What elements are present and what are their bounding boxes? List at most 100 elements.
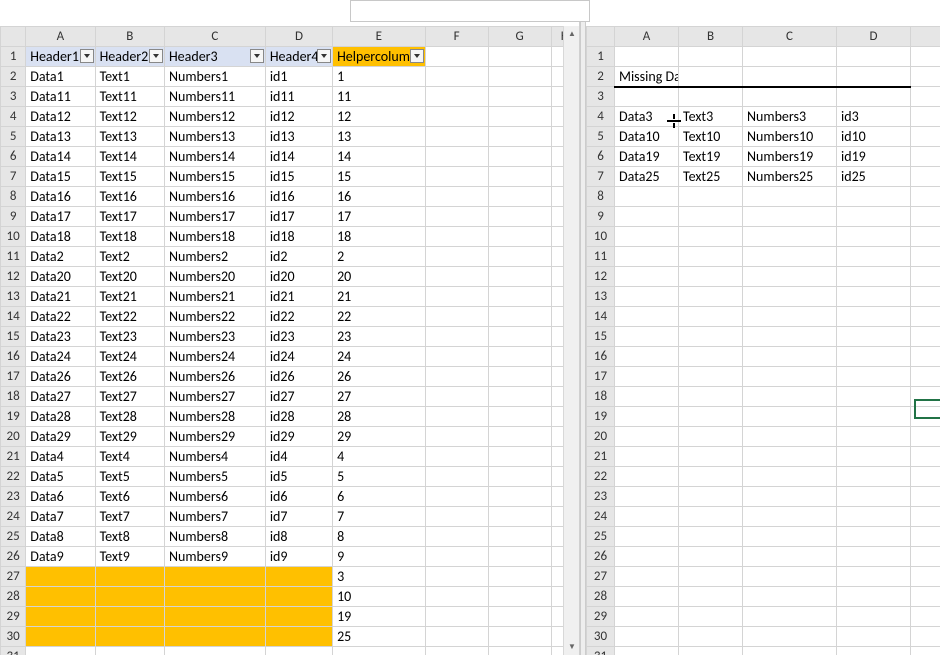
cell-G27[interactable] — [488, 567, 551, 587]
cell-B25[interactable]: Text8 — [95, 527, 164, 547]
cell-right-B2[interactable] — [679, 67, 743, 87]
cell-B9[interactable]: Text17 — [95, 207, 164, 227]
cell-C19[interactable]: Numbers28 — [164, 407, 265, 427]
row-header-right-21[interactable]: 21 — [587, 447, 615, 467]
cell-B14[interactable]: Text22 — [95, 307, 164, 327]
cell-right-D4[interactable]: id3 — [837, 107, 911, 127]
cell-right-C5[interactable]: Numbers10 — [743, 127, 837, 147]
cell-right-B12[interactable] — [679, 267, 743, 287]
cell-E9[interactable]: 17 — [333, 207, 425, 227]
row-header-17[interactable]: 17 — [1, 367, 26, 387]
cell-F31[interactable] — [425, 647, 488, 655]
cell-D1[interactable]: Header4 — [265, 47, 332, 67]
cell-D29[interactable] — [265, 607, 332, 627]
cell-right-B31[interactable] — [679, 647, 743, 655]
cell-right-D22[interactable] — [837, 467, 911, 487]
select-all-corner[interactable] — [1, 27, 26, 47]
cell-right-D27[interactable] — [837, 567, 911, 587]
cell-A27[interactable] — [26, 567, 95, 587]
cell-right-A25[interactable] — [615, 527, 679, 547]
row-header-27[interactable]: 27 — [1, 567, 26, 587]
cell-A5[interactable]: Data13 — [26, 127, 95, 147]
cell-right-D7[interactable]: id25 — [837, 167, 911, 187]
cell-right-extra-1[interactable] — [911, 47, 940, 67]
row-header-right-5[interactable]: 5 — [587, 127, 615, 147]
cell-G2[interactable] — [488, 67, 551, 87]
cell-F20[interactable] — [425, 427, 488, 447]
cell-G10[interactable] — [488, 227, 551, 247]
cell-right-A1[interactable] — [615, 47, 679, 67]
cell-F27[interactable] — [425, 567, 488, 587]
cell-A15[interactable]: Data23 — [26, 327, 95, 347]
row-header-right-8[interactable]: 8 — [587, 187, 615, 207]
cell-F8[interactable] — [425, 187, 488, 207]
cell-right-D5[interactable]: id10 — [837, 127, 911, 147]
cell-right-C19[interactable] — [743, 407, 837, 427]
cell-right-A27[interactable] — [615, 567, 679, 587]
cell-E5[interactable]: 13 — [333, 127, 425, 147]
cell-right-extra-7[interactable] — [911, 167, 940, 187]
row-header-right-16[interactable]: 16 — [587, 347, 615, 367]
cell-D5[interactable]: id13 — [265, 127, 332, 147]
cell-B8[interactable]: Text16 — [95, 187, 164, 207]
cell-C31[interactable] — [164, 647, 265, 655]
cell-C18[interactable]: Numbers27 — [164, 387, 265, 407]
cell-right-A14[interactable] — [615, 307, 679, 327]
right-sheet[interactable]: ABCD 12Missing Data:34Data3Text3Numbers3… — [586, 26, 940, 655]
cell-right-A21[interactable] — [615, 447, 679, 467]
cell-right-D17[interactable] — [837, 367, 911, 387]
cell-G13[interactable] — [488, 287, 551, 307]
cell-right-extra-3[interactable] — [911, 87, 940, 107]
cell-D9[interactable]: id17 — [265, 207, 332, 227]
cell-B18[interactable]: Text27 — [95, 387, 164, 407]
row-header-10[interactable]: 10 — [1, 227, 26, 247]
cell-right-C25[interactable] — [743, 527, 837, 547]
cell-E26[interactable]: 9 — [333, 547, 425, 567]
cell-right-D25[interactable] — [837, 527, 911, 547]
cell-B5[interactable]: Text13 — [95, 127, 164, 147]
cell-F11[interactable] — [425, 247, 488, 267]
cell-right-B4[interactable]: Text3 — [679, 107, 743, 127]
cell-E1[interactable]: Helpercolumn — [333, 47, 425, 67]
cell-right-extra-19[interactable] — [911, 407, 940, 427]
cell-B31[interactable] — [95, 647, 164, 655]
cell-right-C1[interactable] — [743, 47, 837, 67]
cell-right-B1[interactable] — [679, 47, 743, 67]
cell-F16[interactable] — [425, 347, 488, 367]
cell-G1[interactable] — [488, 47, 551, 67]
row-header-right-2[interactable]: 2 — [587, 67, 615, 87]
row-header-30[interactable]: 30 — [1, 627, 26, 647]
cell-right-extra-5[interactable] — [911, 127, 940, 147]
cell-A8[interactable]: Data16 — [26, 187, 95, 207]
row-header-25[interactable]: 25 — [1, 527, 26, 547]
cell-F10[interactable] — [425, 227, 488, 247]
cell-right-B14[interactable] — [679, 307, 743, 327]
cell-A22[interactable]: Data5 — [26, 467, 95, 487]
cell-right-A11[interactable] — [615, 247, 679, 267]
cell-right-C31[interactable] — [743, 647, 837, 655]
row-header-8[interactable]: 8 — [1, 187, 26, 207]
cell-D25[interactable]: id8 — [265, 527, 332, 547]
cell-E28[interactable]: 10 — [333, 587, 425, 607]
cell-D27[interactable] — [265, 567, 332, 587]
cell-right-extra-4[interactable] — [911, 107, 940, 127]
row-header-right-23[interactable]: 23 — [587, 487, 615, 507]
cell-right-B20[interactable] — [679, 427, 743, 447]
cell-A1[interactable]: Header1 — [26, 47, 95, 67]
cell-E3[interactable]: 11 — [333, 87, 425, 107]
cell-B28[interactable] — [95, 587, 164, 607]
row-header-20[interactable]: 20 — [1, 427, 26, 447]
column-header-C[interactable]: C — [164, 27, 265, 47]
filter-dropdown-icon[interactable] — [317, 49, 331, 63]
row-header-21[interactable]: 21 — [1, 447, 26, 467]
row-header-right-3[interactable]: 3 — [587, 87, 615, 107]
cell-right-C16[interactable] — [743, 347, 837, 367]
column-header-E[interactable]: E — [333, 27, 425, 47]
cell-E29[interactable]: 19 — [333, 607, 425, 627]
row-header-3[interactable]: 3 — [1, 87, 26, 107]
cell-A13[interactable]: Data21 — [26, 287, 95, 307]
cell-A6[interactable]: Data14 — [26, 147, 95, 167]
cell-A7[interactable]: Data15 — [26, 167, 95, 187]
row-header-22[interactable]: 22 — [1, 467, 26, 487]
cell-right-D12[interactable] — [837, 267, 911, 287]
